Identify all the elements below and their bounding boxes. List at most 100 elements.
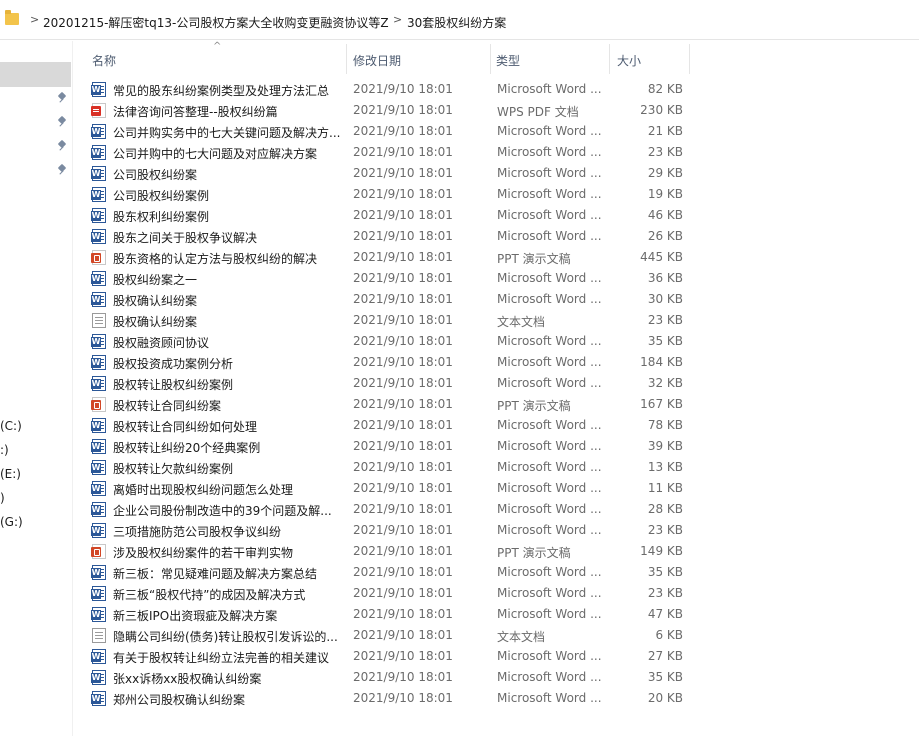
address-bar[interactable]: > 20201215-解压密tq13-公司股权方案大全收购变更融资协议等Z > … (0, 0, 919, 40)
file-row[interactable]: 公司并购实务中的七大关键问题及解决方... 2021/9/10 18:01 Micr… (75, 121, 695, 142)
file-row[interactable]: 隐瞒公司纠纷(债务)转让股权引发诉讼的... 2021/9/10 18:01 文本文… (75, 625, 695, 646)
ppt-icon (91, 397, 106, 412)
file-size: 184 KB (640, 355, 683, 369)
file-date: 2021/9/10 18:01 (353, 145, 453, 159)
file-type: 文本文档 (497, 315, 546, 329)
file-row[interactable]: 有关于股权转让纠纷立法完善的相关建议 2021/9/10 18:01 Microso… (75, 646, 695, 667)
folder-icon (5, 10, 19, 25)
file-type: Microsoft Word ... (497, 229, 602, 243)
file-row[interactable]: 股权确认纠纷案 2021/9/10 18:01 Microsoft Word ...… (75, 289, 695, 310)
file-name: 股东之间关于股权争议解决 (113, 231, 258, 245)
file-size: 36 KB (647, 271, 683, 285)
file-size: 29 KB (647, 166, 683, 180)
file-row[interactable]: 张xx诉杨xx股权确认纠纷案 2021/9/10 18:01 Microsoft W… (75, 667, 695, 688)
file-row[interactable]: 股东之间关于股权争议解决 2021/9/10 18:01 Microsoft Wor… (75, 226, 695, 247)
file-size: 23 KB (647, 145, 683, 159)
chevron-right-icon[interactable]: > (393, 13, 402, 26)
file-row[interactable]: 股权融资顾问协议 2021/9/10 18:01 Microsoft Word ..… (75, 331, 695, 352)
pdf-icon (91, 103, 106, 118)
nav-drive-f[interactable]: ) (0, 491, 5, 505)
file-name: 公司股权纠纷案例 (113, 189, 210, 203)
file-size: 445 KB (640, 250, 683, 264)
word-icon (91, 355, 106, 370)
file-type: Microsoft Word ... (497, 82, 602, 96)
column-name[interactable]: 名称 (92, 52, 116, 69)
breadcrumb-parent-folder[interactable]: 20201215-解压密tq13-公司股权方案大全收购变更融资协议等Z (43, 14, 389, 31)
file-name: 股东权利纠纷案例 (113, 210, 210, 224)
chevron-right-icon[interactable]: > (30, 13, 39, 26)
file-date: 2021/9/10 18:01 (353, 649, 453, 663)
file-type: Microsoft Word ... (497, 187, 602, 201)
file-size: 230 KB (640, 103, 683, 117)
file-type: PPT 演示文稿 (497, 546, 571, 560)
file-row[interactable]: 股权转让股权纠纷案例 2021/9/10 18:01 Microsoft Word … (75, 373, 695, 394)
file-row[interactable]: 股权纠纷案之一 2021/9/10 18:01 Microsoft Word ...… (75, 268, 695, 289)
file-date: 2021/9/10 18:01 (353, 481, 453, 495)
file-row[interactable]: 涉及股权纠纷案件的若干审判实物 2021/9/10 18:01 PPT 演示文稿 14… (75, 541, 695, 562)
file-row[interactable]: 股权确认纠纷案 2021/9/10 18:01 文本文档 23 KB (75, 310, 695, 331)
column-divider[interactable] (609, 44, 610, 74)
file-row[interactable]: 常见的股东纠纷案例类型及处理方法汇总 2021/9/10 18:01 Microso… (75, 79, 695, 100)
file-type: Microsoft Word ... (497, 460, 602, 474)
file-name: 股权转让合同纠纷案 (113, 399, 222, 413)
column-type[interactable]: 类型 (496, 52, 520, 69)
file-name: 股权纠纷案之一 (113, 273, 198, 287)
file-row[interactable]: 新三板：常见疑难问题及解决方案总结 2021/9/10 18:01 Microsof… (75, 562, 695, 583)
column-divider[interactable] (490, 44, 491, 74)
file-row[interactable]: 股权转让合同纠纷如何处理 2021/9/10 18:01 Microsoft Wor… (75, 415, 695, 436)
file-row[interactable]: 法律咨询问答整理--股权纠纷篇 2021/9/10 18:01 WPS PDF 文档… (75, 100, 695, 121)
nav-drive-c[interactable]: (C:) (0, 419, 22, 433)
file-row[interactable]: 股东权利纠纷案例 2021/9/10 18:01 Microsoft Word ..… (75, 205, 695, 226)
nav-drive-g[interactable]: (G:) (0, 515, 23, 529)
file-size: 13 KB (647, 460, 683, 474)
file-row[interactable]: 股权转让纠纷20个经典案例 2021/9/10 18:01 Microsoft Wo… (75, 436, 695, 457)
column-divider[interactable] (346, 44, 347, 74)
file-row[interactable]: 公司并购中的七大问题及对应解决方案 2021/9/10 18:01 Microsof… (75, 142, 695, 163)
column-date[interactable]: 修改日期 (353, 52, 401, 69)
file-row[interactable]: 公司股权纠纷案 2021/9/10 18:01 Microsoft Word ...… (75, 163, 695, 184)
file-size: 23 KB (647, 523, 683, 537)
word-icon (91, 82, 106, 97)
column-divider[interactable] (689, 44, 690, 74)
file-row[interactable]: 股权转让合同纠纷案 2021/9/10 18:01 PPT 演示文稿 167 KB (75, 394, 695, 415)
file-type: Microsoft Word ... (497, 523, 602, 537)
breadcrumb-current-folder[interactable]: 30套股权纠纷方案 (407, 14, 506, 31)
file-date: 2021/9/10 18:01 (353, 397, 453, 411)
file-name: 新三板：常见疑难问题及解决方案总结 (113, 567, 318, 581)
file-name: 新三板IPO出资瑕疵及解决方案 (113, 609, 278, 623)
file-row[interactable]: 公司股权纠纷案例 2021/9/10 18:01 Microsoft Word ..… (75, 184, 695, 205)
file-type: Microsoft Word ... (497, 271, 602, 285)
file-size: 47 KB (647, 607, 683, 621)
file-row[interactable]: 郑州公司股权确认纠纷案 2021/9/10 18:01 Microsoft Word… (75, 688, 695, 709)
file-row[interactable]: 股东资格的认定方法与股权纠纷的解决 2021/9/10 18:01 PPT 演示文稿… (75, 247, 695, 268)
file-row[interactable]: 新三板“股权代持”的成因及解决方式 2021/9/10 18:01 Microsof… (75, 583, 695, 604)
file-type: Microsoft Word ... (497, 292, 602, 306)
column-size[interactable]: 大小 (617, 52, 641, 69)
word-icon (91, 670, 106, 685)
nav-drive-e[interactable]: (E:) (0, 467, 21, 481)
file-row[interactable]: 企业公司股份制改造中的39个问题及解... 2021/9/10 18:01 Micr… (75, 499, 695, 520)
file-date: 2021/9/10 18:01 (353, 292, 453, 306)
file-type: Microsoft Word ... (497, 355, 602, 369)
file-row[interactable]: 新三板IPO出资瑕疵及解决方案 2021/9/10 18:01 Microsoft … (75, 604, 695, 625)
nav-selected-item[interactable] (0, 62, 71, 87)
file-size: 6 KB (655, 628, 683, 642)
word-icon (91, 376, 106, 391)
file-name: 有关于股权转让纠纷立法完善的相关建议 (113, 651, 330, 665)
file-row[interactable]: 股权转让欠款纠纷案例 2021/9/10 18:01 Microsoft Word … (75, 457, 695, 478)
file-row[interactable]: 股权投资成功案例分析 2021/9/10 18:01 Microsoft Word … (75, 352, 695, 373)
pin-icon (58, 93, 66, 103)
nav-drive-d[interactable]: :) (0, 443, 9, 457)
file-name: 常见的股东纠纷案例类型及处理方法汇总 (113, 84, 330, 98)
file-name: 公司并购中的七大问题及对应解决方案 (113, 147, 318, 161)
word-icon (91, 586, 106, 601)
file-type: Microsoft Word ... (497, 166, 602, 180)
file-date: 2021/9/10 18:01 (353, 691, 453, 705)
word-icon (91, 502, 106, 517)
file-name: 股权投资成功案例分析 (113, 357, 234, 371)
file-type: PPT 演示文稿 (497, 399, 571, 413)
navigation-pane[interactable]: (C:) :) (E:) ) (G:) (0, 41, 73, 736)
file-row[interactable]: 三项措施防范公司股权争议纠纷 2021/9/10 18:01 Microsoft W… (75, 520, 695, 541)
file-size: 167 KB (640, 397, 683, 411)
file-row[interactable]: 离婚时出现股权纠纷问题怎么处理 2021/9/10 18:01 Microsoft … (75, 478, 695, 499)
